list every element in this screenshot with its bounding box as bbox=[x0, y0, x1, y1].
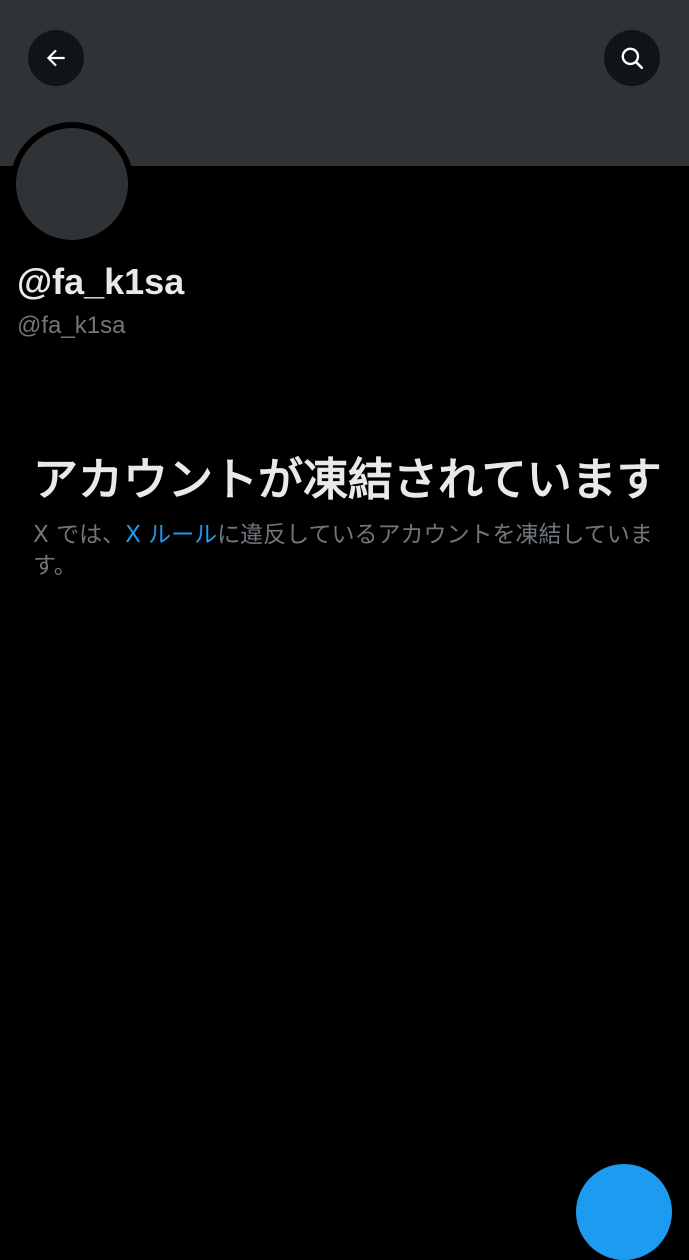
arrow-left-icon bbox=[43, 45, 69, 71]
search-icon bbox=[619, 45, 645, 71]
avatar-frame bbox=[10, 122, 134, 246]
suspension-description: X では、X ルールに違反しているアカウントを凍結しています。 bbox=[33, 520, 653, 582]
suspension-notice: アカウントが凍結されています X では、X ルールに違反しているアカウントを凍結… bbox=[33, 450, 663, 582]
avatar[interactable] bbox=[16, 128, 128, 240]
back-button[interactable] bbox=[28, 30, 84, 86]
compose-button[interactable] bbox=[576, 1164, 672, 1260]
x-rules-link[interactable]: X ルール bbox=[125, 522, 217, 548]
description-prefix: X では、 bbox=[33, 522, 126, 548]
display-name: @fa_k1sa bbox=[17, 261, 185, 302]
user-handle: @fa_k1sa bbox=[17, 312, 126, 339]
suspension-title: アカウントが凍結されています bbox=[33, 453, 662, 506]
search-button[interactable] bbox=[604, 30, 660, 86]
